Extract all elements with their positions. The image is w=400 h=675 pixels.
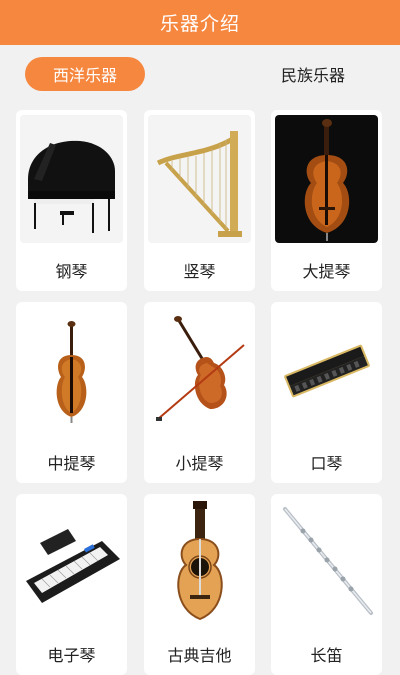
- guitar-icon: [148, 499, 251, 627]
- instrument-card-piano[interactable]: 钢琴: [16, 110, 127, 291]
- instrument-card-violin[interactable]: 小提琴: [144, 302, 255, 483]
- instrument-name: 大提琴: [302, 262, 351, 281]
- category-tabs: 西洋乐器 民族乐器: [0, 45, 400, 103]
- keyboard-icon: [20, 499, 123, 627]
- instrument-card-flute[interactable]: 长笛: [271, 494, 382, 675]
- instrument-name: 中提琴: [47, 454, 96, 473]
- tab-folk-instruments[interactable]: 民族乐器: [253, 57, 373, 91]
- instrument-card-electronic-keyboard[interactable]: 电子琴: [16, 494, 127, 675]
- instrument-name: 口琴: [310, 454, 343, 473]
- harp-icon: [148, 115, 251, 243]
- page-title: 乐器介绍: [159, 13, 240, 35]
- instrument-card-harp[interactable]: 竖琴: [144, 110, 255, 291]
- instrument-name: 竖琴: [183, 262, 216, 281]
- instrument-card-classical-guitar[interactable]: 古典吉他: [144, 494, 255, 675]
- violin-icon: [148, 307, 251, 435]
- piano-icon: [20, 115, 123, 243]
- instrument-card-harmonica[interactable]: 口琴: [271, 302, 382, 483]
- instrument-name: 小提琴: [175, 454, 224, 473]
- instrument-grid: 钢琴 竖琴 大提琴 中提琴 小提琴 口琴 电子琴 古典吉他 长笛: [0, 110, 400, 675]
- viola-icon: [20, 307, 123, 435]
- app-header: 乐器介绍: [0, 0, 400, 45]
- instrument-card-cello[interactable]: 大提琴: [271, 110, 382, 291]
- instrument-name: 电子琴: [47, 646, 96, 665]
- instrument-name: 钢琴: [55, 262, 88, 281]
- instrument-name: 古典吉他: [167, 646, 232, 665]
- tab-western-instruments[interactable]: 西洋乐器: [25, 57, 145, 91]
- instrument-card-viola[interactable]: 中提琴: [16, 302, 127, 483]
- cello-icon: [275, 115, 378, 243]
- flute-icon: [275, 499, 378, 627]
- instrument-name: 长笛: [310, 646, 343, 665]
- harmonica-icon: [275, 307, 378, 435]
